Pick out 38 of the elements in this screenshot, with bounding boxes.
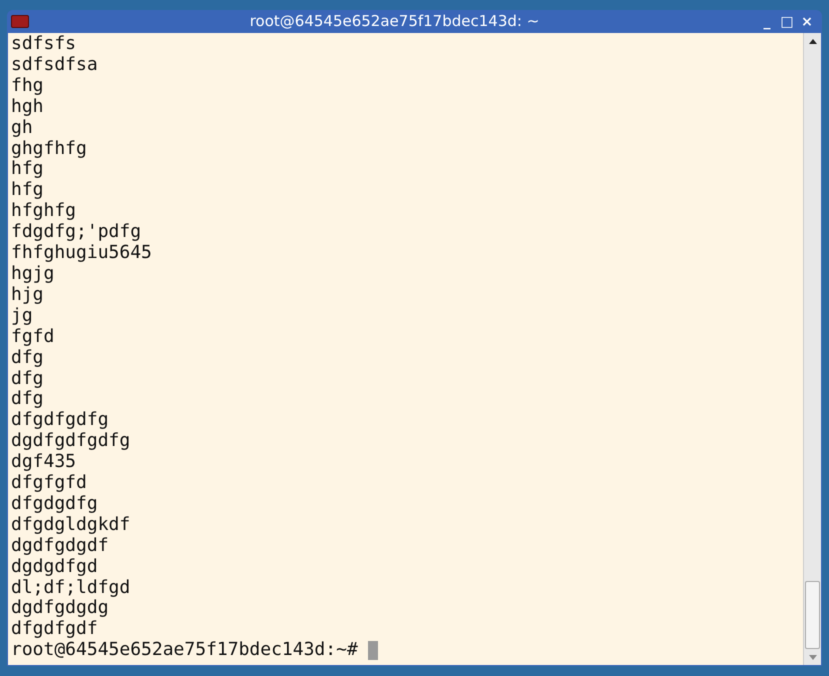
output-line: dgdfgdgdg — [11, 598, 109, 620]
output-line: fhfghugiu5645 — [11, 243, 152, 264]
output-line: fgfd — [11, 326, 54, 348]
output-line: hgh — [11, 96, 44, 118]
output-line: sdfsdfsa — [11, 54, 98, 76]
output-line: dfg — [11, 348, 44, 368]
output-line: hjg — [11, 284, 44, 306]
terminal-app-icon[interactable] — [11, 15, 29, 28]
output-line: hfg — [11, 159, 44, 180]
output-line: dfg — [11, 368, 44, 390]
minimize-button[interactable]: _ — [760, 14, 774, 28]
output-line: fhg — [11, 76, 44, 97]
output-line: dgdfgdfgdfg — [11, 431, 130, 452]
window-title: root@64545e652ae75f17bdec143d: ~ — [248, 14, 540, 29]
output-line: jg — [11, 306, 33, 327]
output-line: dfgfgfd — [11, 473, 87, 494]
output-line: dfgdgdfg — [11, 494, 98, 515]
output-line: dgdfgdgdf — [11, 536, 109, 557]
output-line: dfgdfgdf — [11, 619, 98, 640]
scroll-thumb[interactable] — [805, 581, 820, 649]
output-line: hgjg — [11, 264, 54, 285]
shell-prompt: root@64545e652ae75f17bdec143d:~# — [11, 640, 358, 662]
output-line: dfgdfgdfg — [11, 410, 109, 432]
close-button[interactable]: × — [800, 14, 814, 28]
output-line: hfghfg — [11, 201, 76, 222]
maximize-button[interactable]: □ — [780, 14, 794, 28]
output-line: gh — [11, 118, 33, 139]
output-line: sdfsfs — [11, 34, 76, 55]
output-line: fdgdfg;'pdfg — [11, 222, 142, 244]
output-line: dgf435 — [11, 452, 76, 474]
text-cursor — [368, 641, 378, 660]
output-line: hfg — [11, 180, 44, 202]
scrollbar[interactable] — [803, 33, 821, 665]
output-line: ghgfhfg — [11, 138, 87, 160]
output-line: dgdgdfgd — [11, 556, 98, 578]
output-line: dfg — [11, 389, 44, 410]
output-line: dfgdgldgkdf — [11, 514, 130, 536]
output-line: dl;df;ldfgd — [11, 578, 130, 598]
